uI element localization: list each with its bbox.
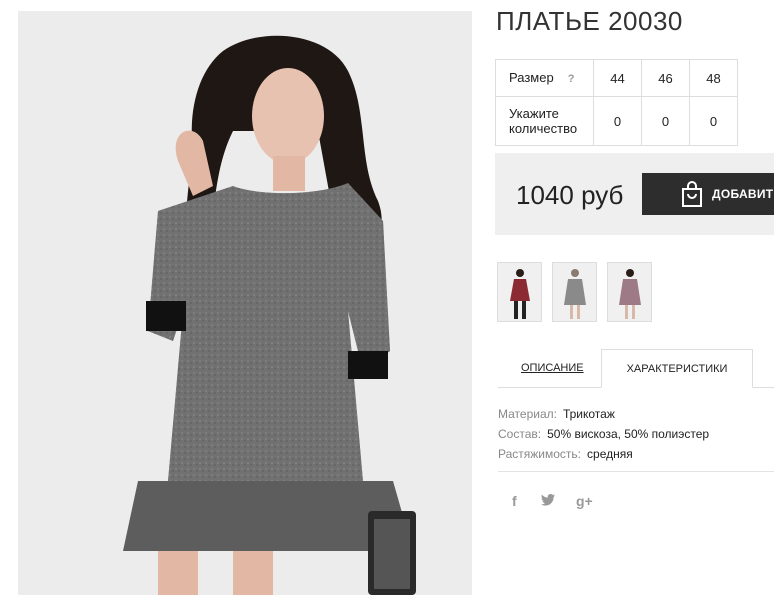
price-value: 1040 руб (516, 180, 624, 210)
quantity-input-46[interactable]: 0 (641, 96, 690, 146)
add-to-cart-label: ДОБАВИТЬ (712, 187, 774, 201)
spec-stretch: Растяжимость: средняя (498, 444, 709, 464)
dress-model-illustration (18, 11, 472, 595)
tab-description[interactable]: ОПИСАНИЕ (521, 362, 584, 374)
add-to-cart-button[interactable]: ДОБАВИТЬ (642, 173, 774, 215)
size-label: Размер (509, 69, 554, 85)
thumbnail-pink-gray-dress[interactable] (607, 262, 652, 322)
size-row: Размер? 44 46 48 (495, 59, 738, 97)
thumbnail-burgundy-dress[interactable] (497, 262, 542, 322)
price-block: 1040 руб ДОБАВИТЬ (495, 153, 774, 235)
spec-key: Состав: (498, 427, 542, 441)
spec-key: Растяжимость: (498, 447, 582, 461)
spec-value: 50% вискоза, 50% полиэстер (547, 427, 710, 441)
product-main-image[interactable] (18, 11, 472, 595)
spec-key: Материал: (498, 407, 557, 421)
spec-value: Трикотаж (562, 407, 615, 421)
spec-material: Материал: Трикотаж (498, 404, 709, 424)
product-title: ПЛАТЬЕ 20030 (496, 6, 683, 36)
thumbnail-gray-dress[interactable] (552, 262, 597, 322)
size-label-cell: Размер? (495, 59, 594, 97)
facebook-icon[interactable]: f (512, 493, 517, 509)
specs-list: Материал: Трикотаж Состав: 50% вискоза, 50… (498, 404, 709, 464)
quantity-row: Укажите количество 0 0 0 (495, 96, 738, 146)
quantity-input-48[interactable]: 0 (689, 96, 738, 146)
size-option: 46 (641, 59, 690, 97)
shopping-bag-icon (680, 181, 704, 207)
quantity-input-44[interactable]: 0 (593, 96, 642, 146)
quantity-label: Укажите количество (495, 96, 594, 146)
help-icon[interactable]: ? (568, 73, 575, 85)
divider (498, 471, 774, 472)
twitter-icon[interactable] (541, 493, 555, 509)
google-plus-icon[interactable]: g+ (576, 493, 593, 509)
size-quantity-table: Размер? 44 46 48 Укажите количество 0 0 … (495, 59, 738, 146)
spec-value: средняя (587, 447, 633, 461)
size-option: 44 (593, 59, 642, 97)
tab-characteristics[interactable]: ХАРАКТЕРИСТИКИ (601, 349, 753, 388)
size-option: 48 (689, 59, 738, 97)
spec-composition: Состав: 50% вискоза, 50% полиэстер (498, 424, 709, 444)
